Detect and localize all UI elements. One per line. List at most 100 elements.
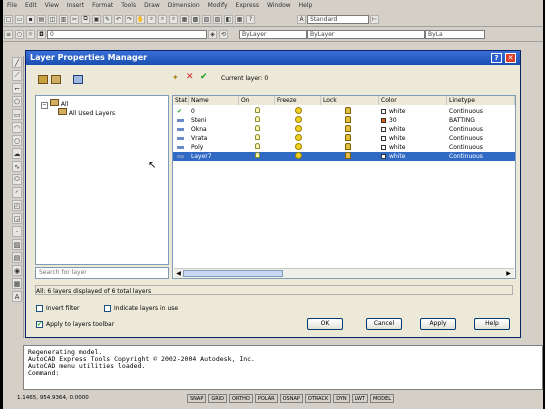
polyline-icon[interactable]: ⌐ — [12, 83, 22, 94]
copy-icon[interactable]: ⧉ — [81, 14, 90, 24]
lock-icon[interactable] — [345, 143, 351, 152]
on-bulb-icon[interactable] — [255, 116, 260, 125]
zoom-realtime-icon[interactable]: ⌕ — [147, 14, 156, 24]
color-swatch[interactable] — [381, 136, 386, 141]
color-swatch[interactable] — [381, 109, 386, 114]
insert-block-icon[interactable]: ◰ — [12, 200, 22, 211]
dyn-toggle[interactable]: DYN — [333, 393, 350, 403]
on-bulb-icon[interactable] — [255, 134, 260, 143]
layer-row[interactable]: Steni 30 BATTING — [173, 116, 515, 125]
pan-icon[interactable]: ✋ — [136, 14, 145, 24]
menu-dimension[interactable]: Dimension — [164, 2, 204, 9]
grid-toggle[interactable]: GRID — [208, 393, 228, 403]
coordinates-readout[interactable]: 1.1465, 954.9364, 0.0000 — [3, 395, 185, 401]
checkbox-checked-icon[interactable]: ✔ — [36, 321, 43, 328]
new-group-filter-icon[interactable] — [51, 73, 61, 84]
layer-color[interactable]: 30 — [381, 116, 397, 125]
layer-linetype[interactable]: Continuous — [449, 125, 483, 134]
menu-format[interactable]: Format — [88, 2, 117, 9]
menu-tools[interactable]: Tools — [117, 2, 140, 9]
redo-icon[interactable]: ↷ — [125, 14, 134, 24]
freeze-sun-icon[interactable] — [295, 116, 302, 125]
revcloud-icon[interactable]: ☁ — [12, 148, 22, 159]
cancel-button[interactable]: Cancel — [366, 318, 402, 330]
help-title-button[interactable]: ? — [491, 53, 502, 63]
ortho-toggle[interactable]: ORTHO — [229, 393, 253, 403]
tree-expander-icon[interactable]: − — [41, 102, 48, 109]
toolpalette-icon[interactable]: ▧ — [202, 14, 211, 24]
help-icon[interactable]: ? — [246, 14, 255, 24]
layer-name[interactable]: Vrata — [191, 134, 207, 143]
menu-insert[interactable]: Insert — [63, 2, 88, 9]
construction-line-icon[interactable]: ⟋ — [12, 70, 22, 81]
new-property-filter-icon[interactable] — [38, 73, 48, 84]
on-bulb-icon[interactable] — [255, 107, 260, 116]
freeze-sun-icon[interactable] — [295, 143, 302, 152]
hatch-icon[interactable]: ▨ — [12, 239, 22, 250]
layer-previous-icon[interactable]: ⟲ — [219, 29, 228, 39]
rectangle-icon[interactable]: ▭ — [12, 109, 22, 120]
layer-color[interactable]: white — [381, 125, 405, 134]
color-swatch[interactable] — [381, 145, 386, 150]
line-icon[interactable]: ╱ — [12, 57, 22, 68]
column-on[interactable]: On — [239, 96, 275, 105]
cut-icon[interactable]: ✂ — [70, 14, 79, 24]
checkbox-box[interactable] — [36, 305, 43, 312]
set-current-icon[interactable]: ✔ — [200, 72, 210, 82]
layer-name[interactable]: Steni — [191, 116, 206, 125]
open-icon[interactable]: ▭ — [15, 14, 24, 24]
column-color[interactable]: Color — [379, 96, 447, 105]
apply-toolbar-checkbox[interactable]: ✔ Apply to layers toolbar — [36, 321, 114, 328]
new-layer-icon[interactable]: ✦ — [172, 73, 182, 83]
menu-window[interactable]: Window — [263, 2, 295, 9]
plot-icon[interactable]: ▤ — [37, 14, 46, 24]
dialog-titlebar[interactable]: Layer Properties Manager ? ✕ — [26, 51, 520, 65]
otrack-toggle[interactable]: OTRACK — [304, 393, 332, 403]
layer-linetype[interactable]: Continuous — [449, 143, 483, 152]
zoom-previous-icon[interactable]: ⌕ — [169, 14, 178, 24]
color-swatch[interactable] — [381, 127, 386, 132]
gradient-icon[interactable]: ▤ — [12, 252, 22, 263]
menu-view[interactable]: View — [41, 2, 63, 9]
column-linetype[interactable]: Linetype — [447, 96, 515, 105]
lock-icon[interactable] — [345, 116, 351, 125]
save-icon[interactable]: ▪ — [26, 14, 35, 24]
on-bulb-icon[interactable] — [255, 152, 260, 161]
spline-icon[interactable]: ∿ — [12, 161, 22, 172]
menu-edit[interactable]: Edit — [21, 2, 41, 9]
snap-toggle[interactable]: SNAP — [187, 393, 207, 403]
layer-name[interactable]: Layer7 — [191, 152, 212, 161]
layer-linetype[interactable]: BATTING — [449, 116, 475, 125]
layer-name[interactable]: Poly — [191, 143, 203, 152]
freeze-sun-icon[interactable] — [295, 134, 302, 143]
publish-icon[interactable]: ▥ — [59, 14, 68, 24]
lineweight-combo[interactable]: ByLa — [425, 29, 485, 39]
layer-name[interactable]: 0 — [191, 107, 195, 116]
markup-icon[interactable]: ◧ — [224, 14, 233, 24]
polygon-icon[interactable]: ⬠ — [12, 96, 22, 107]
scroll-right-icon[interactable]: ▶ — [505, 270, 512, 277]
make-block-icon[interactable]: ◲ — [12, 213, 22, 224]
paste-icon[interactable]: ▣ — [92, 14, 101, 24]
command-prompt[interactable]: Command: — [28, 370, 542, 377]
mtext-icon[interactable]: A — [12, 291, 22, 302]
layer-color[interactable]: white — [381, 143, 405, 152]
column-stat[interactable]: Stat — [173, 96, 189, 105]
osnap-toggle[interactable]: OSNAP — [279, 393, 303, 403]
preview-icon[interactable]: ◫ — [48, 14, 57, 24]
polar-toggle[interactable]: POLAR — [254, 393, 278, 403]
layer-combo[interactable]: 0 — [47, 29, 207, 39]
linetype-combo[interactable]: ByLayer — [307, 29, 425, 39]
delete-layer-icon[interactable]: ✕ — [186, 72, 196, 82]
zoom-window-icon[interactable]: ⌕ — [158, 14, 167, 24]
layer-states-icon[interactable] — [73, 73, 83, 84]
help-button[interactable]: Help — [474, 318, 510, 330]
sheetset-icon[interactable]: ▨ — [213, 14, 222, 24]
ellipse-arc-icon[interactable]: ◜ — [12, 187, 22, 198]
color-swatch[interactable] — [381, 154, 386, 159]
layer-row[interactable]: Vrata white Continuous — [173, 134, 515, 143]
scroll-left-icon[interactable]: ◀ — [175, 270, 182, 277]
layer-color[interactable]: white — [381, 134, 405, 143]
column-freeze[interactable]: Freeze — [275, 96, 321, 105]
undo-icon[interactable]: ↶ — [114, 14, 123, 24]
